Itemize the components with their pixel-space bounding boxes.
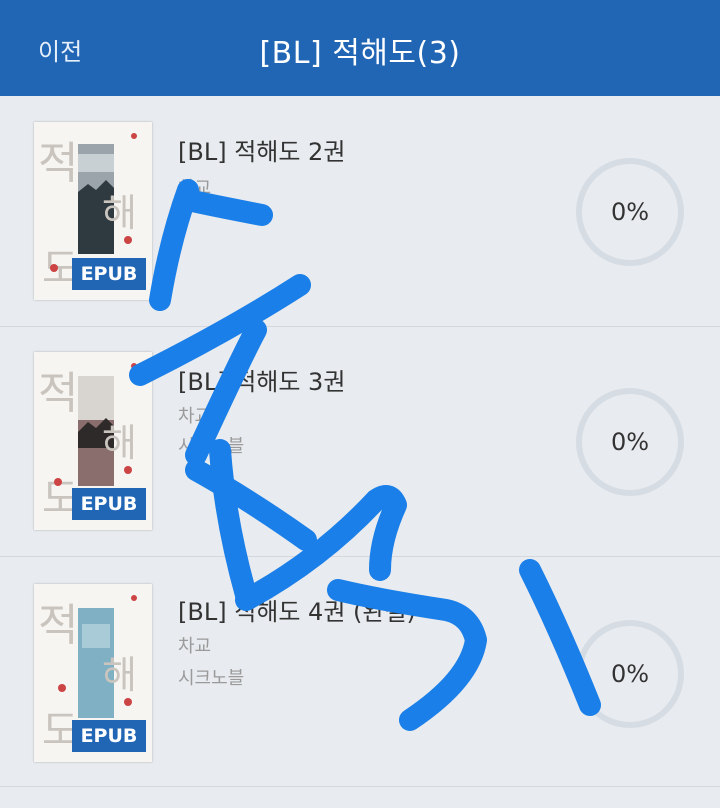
book-publisher: 시크노블	[178, 668, 245, 689]
book-author: 차교	[178, 406, 212, 427]
app-header: 이전 [BL] 적해도(3)	[0, 0, 720, 96]
book-title: [BL] 적해도 2권	[178, 138, 346, 166]
format-badge: EPUB	[72, 720, 146, 752]
book-cover: 적 해 도 EPUB	[34, 122, 152, 300]
book-title: [BL] 적해도 3권	[178, 368, 346, 396]
format-badge: EPUB	[72, 488, 146, 520]
cover-glyph: 해	[102, 653, 137, 697]
book-author: 차교	[178, 636, 212, 657]
progress-label: 0%	[610, 198, 650, 226]
book-cover: 적 해 도 EPUB	[34, 352, 152, 530]
progress-label: 0%	[610, 660, 650, 688]
cover-glyph: 해	[102, 421, 137, 465]
progress-label: 0%	[610, 428, 650, 456]
cover-glyph: 적	[38, 600, 78, 651]
format-badge: EPUB	[72, 258, 146, 290]
book-row[interactable]: 적 해 도 EPUB [BL] 적해도 4권 (완결) 차교 시크노블 0%	[0, 556, 720, 787]
book-author: 차교	[178, 178, 212, 199]
book-row[interactable]: 적 해 도 EPUB [BL] 적해도 2권 차교 0%	[0, 96, 720, 327]
progress-ring: 0%	[574, 156, 686, 268]
book-publisher: 시크노블	[178, 436, 245, 457]
book-cover: 적 해 도 EPUB	[34, 584, 152, 762]
book-row[interactable]: 적 해 도 EPUB [BL] 적해도 3권 차교 시크노블 0%	[0, 326, 720, 557]
cover-glyph: 적	[38, 368, 78, 419]
cover-glyph: 적	[38, 138, 78, 189]
cover-glyph: 해	[102, 191, 137, 235]
book-title: [BL] 적해도 4권 (완결)	[178, 598, 416, 626]
page-title: [BL] 적해도(3)	[259, 36, 461, 71]
progress-ring: 0%	[574, 386, 686, 498]
progress-ring: 0%	[574, 618, 686, 730]
